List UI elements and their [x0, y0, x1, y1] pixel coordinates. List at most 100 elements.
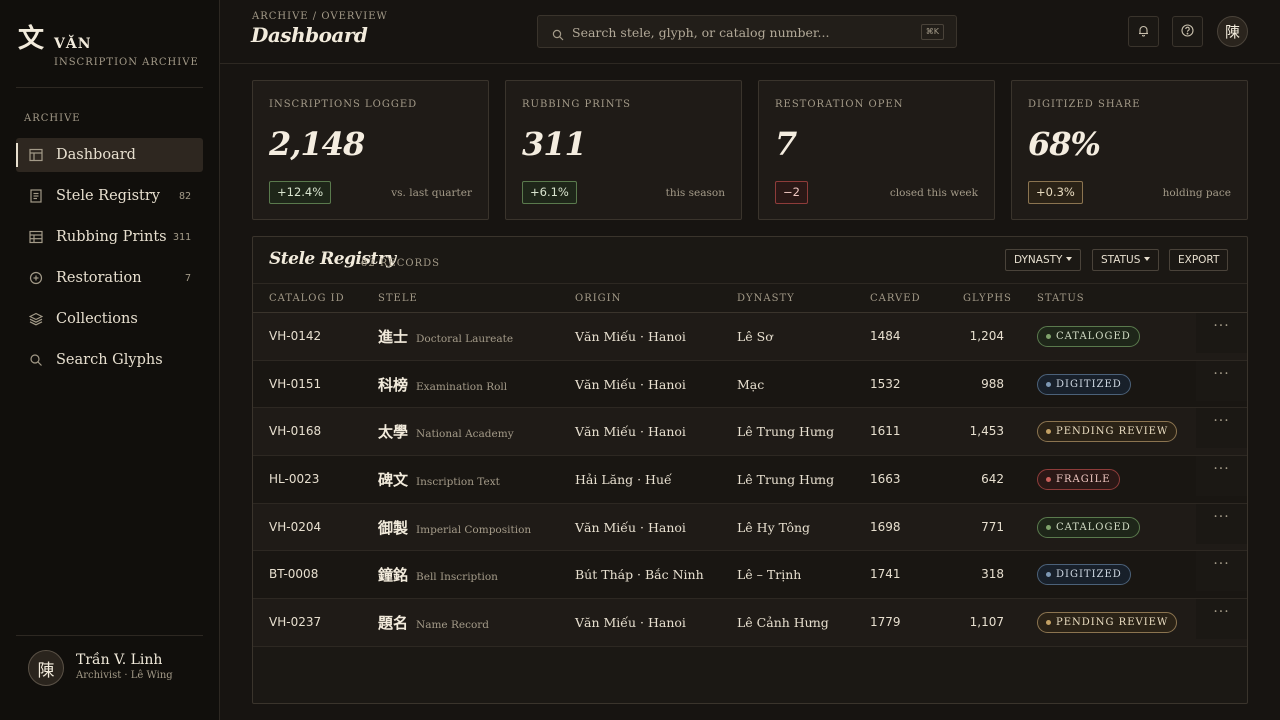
origin: Văn Miếu · Hanoi	[575, 615, 686, 631]
notifications-button[interactable]	[1128, 16, 1159, 47]
table-row[interactable]: HL-0023 碑文 Inscription Text Hải Lăng · Hu…	[253, 456, 1247, 504]
stele-han: 科榜	[378, 375, 409, 394]
export-button[interactable]: EXPORT	[1169, 249, 1229, 271]
help-icon	[1181, 22, 1194, 41]
stele-translation: Bell Inscription	[416, 571, 498, 584]
column-header-origin[interactable]: ORIGIN	[575, 293, 621, 304]
stat-note: this season	[665, 187, 725, 199]
sidebar-item-label: Rubbing Prints	[56, 229, 167, 245]
sidebar-item-stele-registry[interactable]: Stele Registry 82	[16, 179, 203, 213]
search-bar[interactable]: ⌘K	[537, 15, 957, 48]
stat-note: holding pace	[1162, 187, 1231, 199]
status-badge: CATALOGED	[1037, 516, 1140, 538]
status-badge: PENDING REVIEW	[1037, 421, 1178, 443]
bell-icon	[1137, 22, 1150, 41]
carved-year: 1484	[870, 329, 901, 343]
dynasty: Lê Cảnh Hưng	[737, 615, 829, 631]
glyph-count: 1,453	[969, 424, 1004, 439]
sidebar-item-rubbing-prints[interactable]: Rubbing Prints 311	[16, 220, 203, 254]
more-options-icon[interactable]: ···	[1196, 503, 1247, 544]
stat-card-restoration: RESTORATION OPEN 7 −2 closed this week	[758, 80, 995, 220]
stat-delta-badge: +0.3%	[1028, 181, 1083, 204]
dynasty: Lê Trung Hưng	[737, 424, 835, 440]
stele-cell: 御製 Imperial Composition	[378, 517, 531, 538]
stele-han: 碑文	[378, 471, 409, 490]
table-row[interactable]: VH-0168 太學 National Academy Văn Miếu · Ha…	[253, 408, 1247, 457]
header-avatar[interactable]: 陳	[1217, 16, 1248, 47]
status-badge: PENDING REVIEW	[1037, 612, 1178, 634]
breadcrumb[interactable]: ARCHIVE / OVERVIEW	[252, 11, 388, 22]
more-options-icon[interactable]: ···	[1196, 456, 1247, 497]
sidebar-item-dashboard[interactable]: Dashboard	[16, 138, 203, 172]
stat-label: RESTORATION OPEN	[775, 99, 904, 110]
table-row[interactable]: VH-0142 進士 Doctoral Laureate Văn Miếu · H…	[253, 313, 1247, 361]
glyph-count: 988	[981, 376, 1004, 391]
column-header-stele[interactable]: STELE	[378, 293, 418, 304]
status-badge: FRAGILE	[1037, 469, 1120, 491]
help-button[interactable]	[1172, 16, 1203, 47]
column-header-catalog-id[interactable]: CATALOG ID	[269, 293, 345, 304]
user-name: Trần V. Linh	[76, 652, 163, 668]
search-icon	[552, 26, 564, 45]
status-filter-button[interactable]: STATUS	[1092, 249, 1160, 271]
keyboard-shortcut-hint: ⌘K	[920, 24, 944, 40]
column-header-carved[interactable]: CARVED	[870, 293, 921, 304]
sidebar-item-label: Dashboard	[56, 147, 136, 163]
status-filter-label: STATUS	[1101, 254, 1141, 266]
stat-label: RUBBING PRINTS	[522, 99, 631, 110]
brand-logo: 文	[18, 24, 45, 54]
stele-translation: Name Record	[416, 619, 490, 632]
stele-cell: 太學 National Academy	[378, 421, 514, 442]
more-options-icon[interactable]: ···	[1196, 313, 1247, 353]
status-badge: DIGITIZED	[1037, 564, 1131, 586]
sidebar-section-label: ARCHIVE	[24, 113, 81, 124]
table-row[interactable]: VH-0151 科榜 Examination Roll Văn Miếu · Ha…	[253, 360, 1247, 409]
column-header-glyphs[interactable]: GLYPHS	[963, 293, 1012, 304]
more-options-icon[interactable]: ···	[1196, 599, 1247, 640]
stele-cell: 題名 Name Record	[378, 612, 489, 633]
stele-cell: 鐘銘 Bell Inscription	[378, 564, 498, 585]
dynasty: Lê – Trịnh	[737, 567, 802, 583]
column-header-dynasty[interactable]: DYNASTY	[737, 293, 795, 304]
page-title: Dashboard	[251, 23, 368, 47]
dynasty: Lê Trung Hưng	[737, 472, 835, 488]
origin: Bút Tháp · Bắc Ninh	[575, 567, 704, 583]
stele-translation: Imperial Composition	[416, 523, 532, 536]
table-row[interactable]: VH-0204 御製 Imperial Composition Văn Miếu …	[253, 503, 1247, 552]
sidebar-item-count: 311	[172, 231, 191, 243]
table-row[interactable]: VH-0237 題名 Name Record Văn Miếu · Hanoi L…	[253, 599, 1247, 647]
stele-cell: 科榜 Examination Roll	[378, 374, 507, 395]
sidebar-item-restoration[interactable]: Restoration 7	[16, 261, 203, 295]
stat-value: 68%	[1028, 125, 1101, 163]
catalog-id: VH-0237	[269, 615, 322, 630]
carved-year: 1663	[870, 472, 901, 487]
sidebar-item-label: Collections	[56, 311, 138, 327]
table-row[interactable]: BT-0008 鐘銘 Bell Inscription Bút Tháp · Bắ…	[253, 551, 1247, 600]
stele-han: 進士	[378, 328, 409, 346]
more-options-icon[interactable]: ···	[1196, 360, 1247, 401]
brand[interactable]: 文 VĂN INSCRIPTION ARCHIVE	[18, 24, 208, 74]
sidebar-item-label: Stele Registry	[56, 188, 160, 204]
dynasty-filter-button[interactable]: DYNASTY	[1005, 249, 1082, 271]
stele-han: 太學	[378, 423, 409, 442]
origin: Văn Miếu · Hanoi	[575, 424, 686, 440]
origin: Hải Lăng · Huế	[575, 472, 672, 488]
sidebar-item-label: Search Glyphs	[56, 352, 163, 368]
avatar: 陳	[28, 650, 64, 686]
table-body: VH-0142 進士 Doctoral Laureate Văn Miếu · H…	[253, 313, 1247, 647]
more-options-icon[interactable]: ···	[1196, 408, 1247, 449]
sidebar-item-search-glyphs[interactable]: Search Glyphs	[16, 343, 203, 377]
stele-translation: Examination Roll	[416, 380, 508, 393]
stat-card-digitized: DIGITIZED SHARE 68% +0.3% holding pace	[1011, 80, 1248, 220]
glyph-count: 318	[981, 567, 1004, 582]
more-options-icon[interactable]: ···	[1196, 551, 1247, 592]
sidebar-divider	[16, 87, 203, 88]
carved-year: 1698	[870, 519, 901, 534]
column-header-status[interactable]: STATUS	[1037, 293, 1085, 304]
user-profile[interactable]: 陳 Trần V. Linh Archivist · Lê Wing	[28, 650, 208, 686]
stele-translation: Inscription Text	[416, 476, 500, 489]
stat-value: 7	[775, 125, 797, 163]
search-input[interactable]	[572, 22, 902, 42]
sidebar-item-collections[interactable]: Collections	[16, 302, 203, 336]
document-icon	[28, 188, 44, 204]
